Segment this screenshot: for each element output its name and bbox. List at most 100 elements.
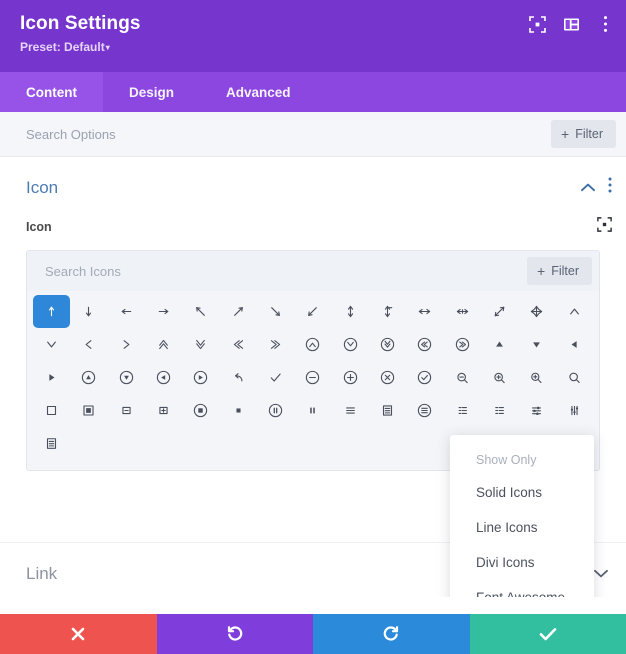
- header-actions: [528, 15, 614, 33]
- filter-dropdown-menu: Show Only Solid Icons Line Icons Divi Ic…: [450, 435, 594, 597]
- icon-option-arrow-up-down-alt[interactable]: [369, 295, 406, 328]
- icon-field-row: Icon: [0, 214, 626, 240]
- icon-option-circle-chevron-double-left[interactable]: [406, 328, 443, 361]
- icon-option-chevron-double-right[interactable]: [257, 328, 294, 361]
- icon-option-circle-chevron-down[interactable]: [332, 328, 369, 361]
- icon-option-triangle-down[interactable]: [518, 328, 555, 361]
- icon-option-arrow-up-right[interactable]: [220, 295, 257, 328]
- undo-button[interactable]: [156, 614, 313, 654]
- save-button[interactable]: [469, 614, 626, 654]
- icon-option-square-minus[interactable]: [108, 394, 145, 427]
- icon-option-chevron-down[interactable]: [33, 328, 70, 361]
- search-options-bar: + Filter: [0, 112, 626, 157]
- icon-option-chevron-up[interactable]: [556, 295, 593, 328]
- chevron-down-icon[interactable]: [594, 565, 608, 583]
- expand-icon[interactable]: [528, 15, 546, 33]
- icon-option-circle-chevron-up[interactable]: [294, 328, 331, 361]
- more-options-icon[interactable]: [596, 15, 614, 33]
- section-header-actions: [581, 177, 612, 198]
- modal-header: Icon Settings Preset: Default▾: [0, 0, 626, 72]
- icon-option-arrow-down-left[interactable]: [294, 295, 331, 328]
- menu-item-solid-icons[interactable]: Solid Icons: [450, 475, 594, 510]
- icon-option-list-indent[interactable]: [444, 394, 481, 427]
- icon-option-circle-chevron-double-down[interactable]: [369, 328, 406, 361]
- icon-option-zoom-out[interactable]: [444, 361, 481, 394]
- tab-advanced[interactable]: Advanced: [200, 72, 317, 112]
- tabbar: Content Design Advanced: [0, 72, 626, 112]
- icon-option-zoom-in[interactable]: [481, 361, 518, 394]
- icon-option-circle-triangle-down[interactable]: [108, 361, 145, 394]
- icon-option-arrow-down[interactable]: [70, 295, 107, 328]
- icon-option-sliders-horizontal[interactable]: [518, 394, 555, 427]
- section-title-icon: Icon: [26, 177, 59, 197]
- icon-option-arrow-left-right-alt[interactable]: [444, 295, 481, 328]
- icon-option-circle-triangle-right[interactable]: [182, 361, 219, 394]
- icon-option-arrow-up[interactable]: [33, 295, 71, 328]
- search-icons-input[interactable]: [45, 263, 528, 279]
- plus-icon: +: [537, 263, 546, 279]
- icon-option-chevron-double-left[interactable]: [220, 328, 257, 361]
- icon-option-circle-lines[interactable]: [406, 394, 443, 427]
- icon-option-document-lines[interactable]: [369, 394, 406, 427]
- icon-option-circle-minus[interactable]: [294, 361, 331, 394]
- expand-icon[interactable]: [597, 217, 612, 237]
- options-filter-button[interactable]: + Filter: [551, 120, 616, 148]
- icon-option-arrow-down-right[interactable]: [257, 295, 294, 328]
- icon-option-triangle-left[interactable]: [556, 328, 593, 361]
- settings-body: Icon Icon +: [0, 157, 626, 597]
- icon-option-chevron-double-up[interactable]: [145, 328, 182, 361]
- icon-option-list-indent-alt[interactable]: [481, 394, 518, 427]
- icon-option-circle-record[interactable]: [182, 394, 219, 427]
- tab-content[interactable]: Content: [0, 72, 103, 112]
- icon-option-arrow-left-right[interactable]: [406, 295, 443, 328]
- icon-option-list-lines[interactable]: [332, 394, 369, 427]
- layout-view-icon[interactable]: [562, 15, 580, 33]
- icon-option-magnifier[interactable]: [556, 361, 593, 394]
- icon-option-chevron-double-down[interactable]: [182, 328, 219, 361]
- icon-option-arrow-up-down[interactable]: [332, 295, 369, 328]
- icon-option-circle-triangle-left[interactable]: [145, 361, 182, 394]
- icon-option-arrow-left[interactable]: [108, 295, 145, 328]
- icon-option-square-filled[interactable]: [70, 394, 107, 427]
- icons-filter-button[interactable]: + Filter: [527, 257, 592, 285]
- icon-option-sliders-vertical[interactable]: [556, 394, 593, 427]
- icon-option-pause[interactable]: [294, 394, 331, 427]
- chevron-up-icon[interactable]: [581, 179, 595, 197]
- menu-item-font-awesome[interactable]: Font Awesome: [450, 580, 594, 597]
- check-icon: [539, 626, 557, 642]
- section-header-icon[interactable]: Icon: [0, 157, 626, 214]
- chevron-down-icon: ▾: [105, 43, 110, 52]
- icon-option-arrows-move[interactable]: [518, 295, 555, 328]
- icon-option-circle-check[interactable]: [406, 361, 443, 394]
- cancel-button[interactable]: [0, 614, 157, 654]
- icon-option-zoom-in-alt[interactable]: [518, 361, 555, 394]
- icon-option-circle-triangle-up[interactable]: [70, 361, 107, 394]
- icon-option-chevron-right[interactable]: [108, 328, 145, 361]
- menu-item-divi-icons[interactable]: Divi Icons: [450, 545, 594, 580]
- options-filter-label: Filter: [575, 127, 603, 141]
- icon-option-circle-plus[interactable]: [332, 361, 369, 394]
- menu-item-line-icons[interactable]: Line Icons: [450, 510, 594, 545]
- page-title: Icon Settings: [20, 13, 141, 34]
- icon-option-square-outline[interactable]: [33, 394, 70, 427]
- icon-option-square-small[interactable]: [220, 394, 257, 427]
- icon-option-square-plus[interactable]: [145, 394, 182, 427]
- icon-option-undo-arrow[interactable]: [220, 361, 257, 394]
- icon-option-check[interactable]: [257, 361, 294, 394]
- icon-option-circle-x[interactable]: [369, 361, 406, 394]
- icon-option-triangle-up[interactable]: [481, 328, 518, 361]
- more-options-icon[interactable]: [608, 177, 612, 198]
- icon-option-circle-pause[interactable]: [257, 394, 294, 427]
- icon-option-triangle-right[interactable]: [33, 361, 70, 394]
- search-options-input[interactable]: [26, 126, 552, 142]
- redo-button[interactable]: [313, 614, 470, 654]
- icon-option-arrow-expand-diagonal[interactable]: [481, 295, 518, 328]
- footer-actions: [0, 614, 626, 654]
- tab-design[interactable]: Design: [103, 72, 200, 112]
- icon-option-chevron-left[interactable]: [70, 328, 107, 361]
- icon-option-arrow-right[interactable]: [145, 295, 182, 328]
- icon-option-circle-chevron-double-right[interactable]: [444, 328, 481, 361]
- icon-option-arrow-up-left[interactable]: [182, 295, 219, 328]
- preset-selector[interactable]: Preset: Default▾: [20, 40, 608, 56]
- icon-option-document-panel[interactable]: [33, 427, 70, 460]
